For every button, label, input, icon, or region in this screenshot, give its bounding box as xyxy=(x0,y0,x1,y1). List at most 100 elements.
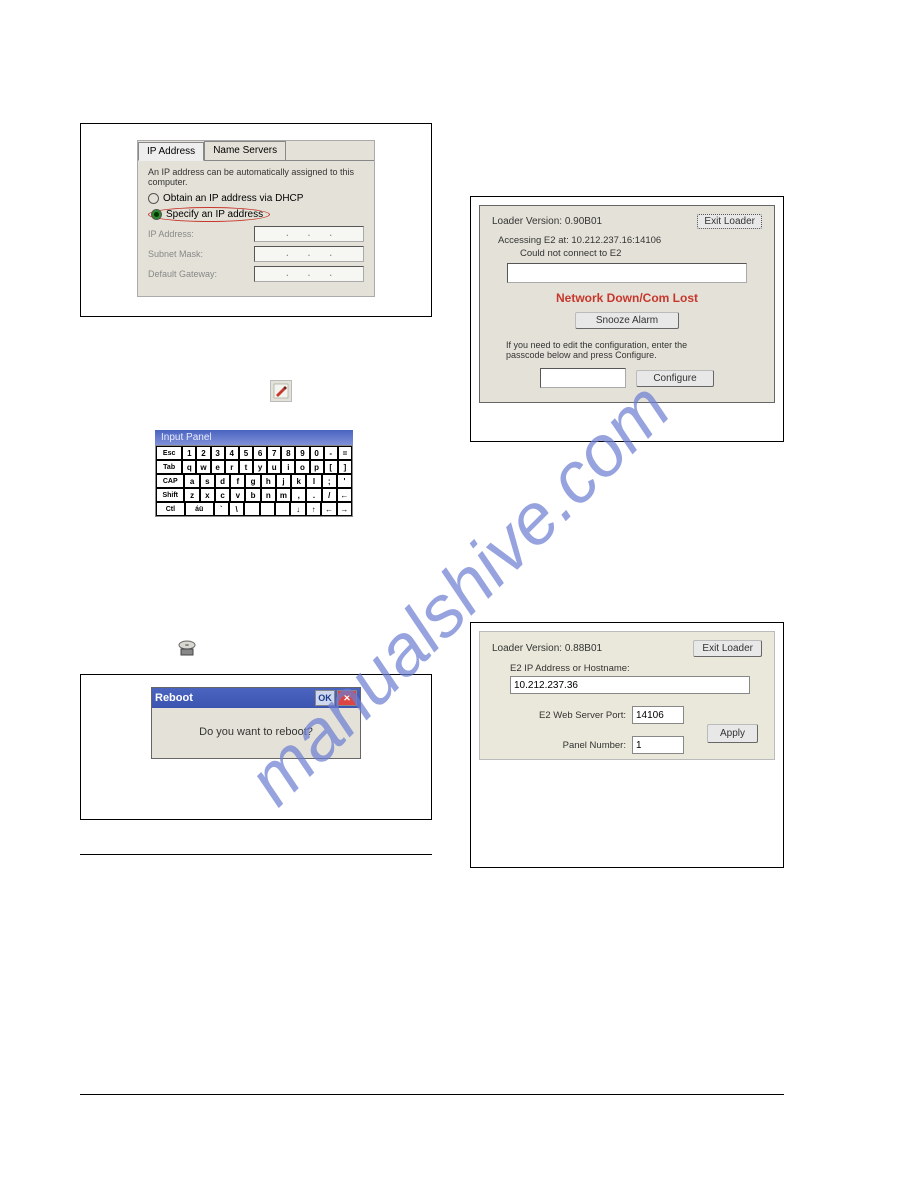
onscreen-keyboard: Input Panel Esc 1 2 3 4 5 6 7 8 9 0 - = … xyxy=(155,430,353,517)
key-backslash[interactable]: \ xyxy=(229,502,244,516)
figure-ip-settings: IP Address Name Servers An IP address ca… xyxy=(80,123,432,317)
key-comma[interactable]: , xyxy=(291,488,306,502)
radio-dhcp-label: Obtain an IP address via DHCP xyxy=(163,193,303,204)
key-v[interactable]: v xyxy=(230,488,245,502)
key-n[interactable]: n xyxy=(261,488,276,502)
key-h[interactable]: h xyxy=(261,474,276,488)
key-b[interactable]: b xyxy=(245,488,260,502)
key-6[interactable]: 6 xyxy=(253,446,267,460)
key-esc[interactable]: Esc xyxy=(156,446,182,460)
key-intl[interactable]: áü xyxy=(185,502,214,516)
radio-specify-label: Specify an IP address xyxy=(166,209,263,220)
key-quote[interactable]: ' xyxy=(337,474,352,488)
key-up[interactable]: ↑ xyxy=(306,502,321,516)
tab-strip: IP Address Name Servers xyxy=(138,141,374,161)
key-4[interactable]: 4 xyxy=(225,446,239,460)
key-y[interactable]: y xyxy=(253,460,267,474)
key-l[interactable]: l xyxy=(306,474,321,488)
loader2-version-text: Loader Version: 0.88B01 xyxy=(492,643,602,654)
key-g[interactable]: g xyxy=(245,474,260,488)
keyboard-title: Input Panel xyxy=(155,430,353,445)
port-input[interactable] xyxy=(632,706,684,724)
key-c[interactable]: c xyxy=(215,488,230,502)
could-not-connect-text: Could not connect to E2 xyxy=(520,248,762,259)
key-8[interactable]: 8 xyxy=(281,446,295,460)
exit-loader-button-2[interactable]: Exit Loader xyxy=(693,640,762,657)
panel-number-label: Panel Number: xyxy=(510,740,626,751)
key-w[interactable]: w xyxy=(196,460,210,474)
loader-version-text: Loader Version: 0.90B01 xyxy=(492,216,602,227)
key-r[interactable]: r xyxy=(225,460,239,474)
key-u[interactable]: u xyxy=(267,460,281,474)
key-f[interactable]: f xyxy=(230,474,245,488)
ip-address-input[interactable] xyxy=(254,226,364,242)
key-d[interactable]: d xyxy=(215,474,230,488)
key-space3[interactable] xyxy=(275,502,290,516)
key-x[interactable]: x xyxy=(200,488,215,502)
key-q[interactable]: q xyxy=(182,460,196,474)
subnet-mask-label: Subnet Mask: xyxy=(148,249,203,259)
close-button[interactable]: ✕ xyxy=(337,690,357,706)
key-space2[interactable] xyxy=(260,502,275,516)
key-m[interactable]: m xyxy=(276,488,291,502)
key-k[interactable]: k xyxy=(291,474,306,488)
edit-icon[interactable] xyxy=(270,380,292,402)
pencil-icon xyxy=(273,383,289,399)
figure-loader-error: Loader Version: 0.90B01 Exit Loader Acce… xyxy=(470,196,784,442)
ip-panel: IP Address Name Servers An IP address ca… xyxy=(137,140,375,297)
key-a[interactable]: a xyxy=(184,474,199,488)
key-tab[interactable]: Tab xyxy=(156,460,182,474)
tab-name-servers[interactable]: Name Servers xyxy=(204,141,286,160)
key-left[interactable]: ← xyxy=(321,502,336,516)
key-s[interactable]: s xyxy=(200,474,215,488)
key-equals[interactable]: = xyxy=(338,446,352,460)
key-backspace[interactable]: ← xyxy=(337,488,352,502)
key-semicolon[interactable]: ; xyxy=(322,474,337,488)
subnet-mask-input[interactable] xyxy=(254,246,364,262)
key-shift[interactable]: Shift xyxy=(156,488,184,502)
configure-button[interactable]: Configure xyxy=(636,370,713,387)
key-p[interactable]: p xyxy=(310,460,324,474)
key-t[interactable]: t xyxy=(239,460,253,474)
key-3[interactable]: 3 xyxy=(211,446,225,460)
key-lbracket[interactable]: [ xyxy=(324,460,338,474)
key-ctrl[interactable]: Ctl xyxy=(156,502,185,516)
tab-ip-address[interactable]: IP Address xyxy=(138,142,204,161)
host-input[interactable] xyxy=(510,676,750,694)
key-o[interactable]: o xyxy=(295,460,309,474)
loader-error-panel: Loader Version: 0.90B01 Exit Loader Acce… xyxy=(479,205,775,403)
apply-button[interactable]: Apply xyxy=(707,724,758,743)
key-rbracket[interactable]: ] xyxy=(338,460,352,474)
gateway-label: Default Gateway: xyxy=(148,269,217,279)
key-2[interactable]: 2 xyxy=(196,446,210,460)
key-down[interactable]: ↓ xyxy=(290,502,305,516)
key-5[interactable]: 5 xyxy=(239,446,253,460)
snooze-alarm-button[interactable]: Snooze Alarm xyxy=(575,312,679,329)
key-slash[interactable]: / xyxy=(322,488,337,502)
key-1[interactable]: 1 xyxy=(182,446,196,460)
cd-rom-icon[interactable] xyxy=(176,637,198,659)
key-7[interactable]: 7 xyxy=(267,446,281,460)
exit-loader-button[interactable]: Exit Loader xyxy=(697,214,762,229)
radio-specify-row[interactable]: Specify an IP address xyxy=(148,207,364,222)
key-backtick[interactable]: ` xyxy=(214,502,229,516)
key-i[interactable]: i xyxy=(281,460,295,474)
panel-number-input[interactable] xyxy=(632,736,684,754)
key-j[interactable]: j xyxy=(276,474,291,488)
key-space1[interactable] xyxy=(244,502,259,516)
key-z[interactable]: z xyxy=(184,488,199,502)
key-minus[interactable]: - xyxy=(324,446,338,460)
reboot-dialog: Reboot OK ✕ Do you want to reboot? xyxy=(151,687,361,759)
passcode-input[interactable] xyxy=(540,368,626,388)
gateway-input[interactable] xyxy=(254,266,364,282)
key-period[interactable]: . xyxy=(306,488,321,502)
key-9[interactable]: 9 xyxy=(295,446,309,460)
key-e[interactable]: e xyxy=(211,460,225,474)
key-caps[interactable]: CAP xyxy=(156,474,184,488)
reboot-body-text: Do you want to reboot? xyxy=(152,708,360,758)
key-right[interactable]: → xyxy=(337,502,352,516)
key-0[interactable]: 0 xyxy=(310,446,324,460)
ok-button[interactable]: OK xyxy=(315,690,335,706)
radio-dhcp-row[interactable]: Obtain an IP address via DHCP xyxy=(148,193,364,204)
status-textbox[interactable] xyxy=(507,263,747,283)
